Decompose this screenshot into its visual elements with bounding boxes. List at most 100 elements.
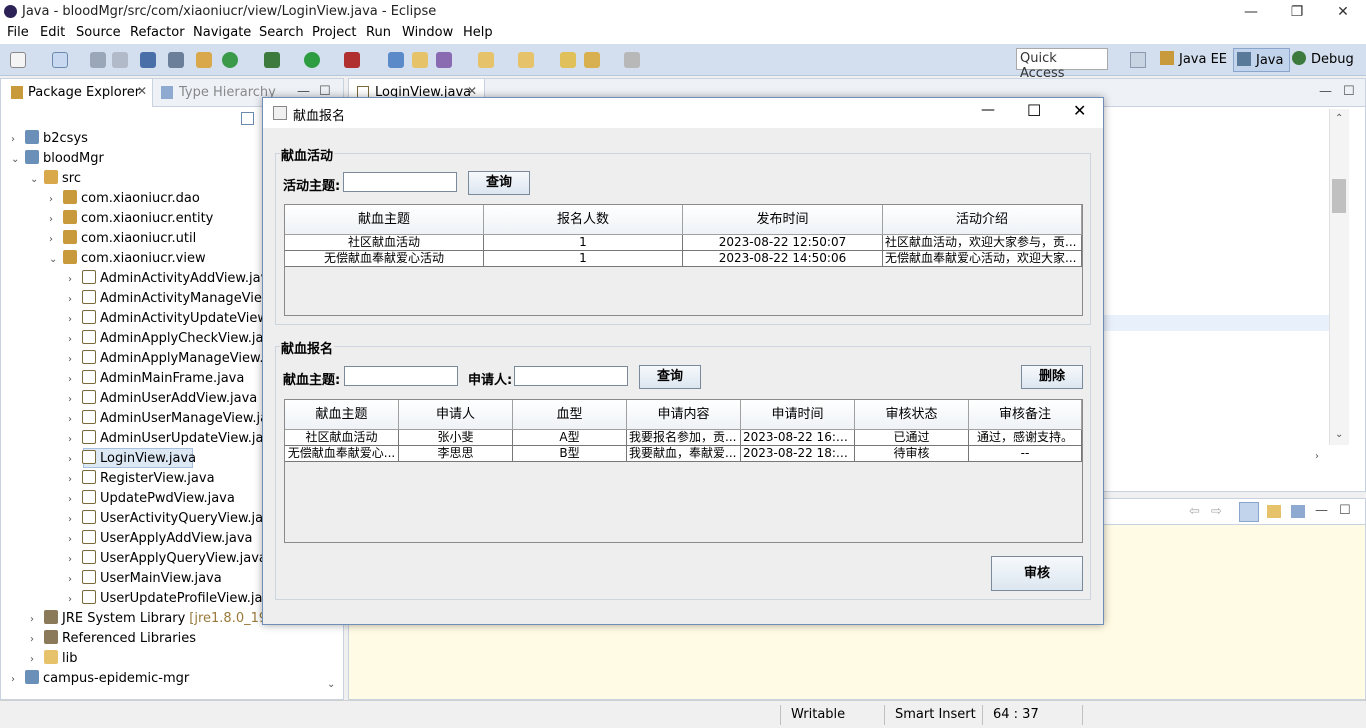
delete-button[interactable]: 删除 <box>1021 365 1083 389</box>
run-icon[interactable] <box>304 52 320 68</box>
minimize-console-icon[interactable]: — <box>1315 503 1328 518</box>
save-all-icon[interactable] <box>112 52 128 68</box>
perspective-java[interactable]: Java <box>1233 48 1291 72</box>
save-icon[interactable] <box>90 52 106 68</box>
column-header[interactable]: 血型 <box>513 400 627 430</box>
external-tools-icon[interactable] <box>344 52 360 68</box>
menu-file[interactable]: File <box>7 25 29 40</box>
menu-project[interactable]: Project <box>312 25 356 40</box>
column-header[interactable]: 发布时间 <box>683 205 883 235</box>
expand-arrow-icon[interactable]: › <box>68 450 80 470</box>
tree-item[interactable]: › UpdatePwdView.java <box>68 489 235 509</box>
new-icon[interactable] <box>10 52 26 68</box>
tree-item[interactable]: › com.xiaoniucr.dao <box>49 189 200 209</box>
close-tab-icon[interactable]: ✕ <box>467 84 477 98</box>
expand-arrow-icon[interactable]: › <box>30 630 42 650</box>
tree-item[interactable]: › campus-epidemic-mgr <box>11 669 189 689</box>
expand-arrow-icon[interactable]: › <box>30 610 42 630</box>
console-icon[interactable] <box>140 52 156 68</box>
column-header[interactable]: 报名人数 <box>484 205 683 235</box>
expand-arrow-icon[interactable]: › <box>49 230 61 250</box>
new-package-icon[interactable] <box>52 52 68 68</box>
tree-item[interactable]: › b2csys <box>11 129 88 149</box>
expand-arrow-icon[interactable]: › <box>68 530 80 550</box>
menu-source[interactable]: Source <box>76 25 121 40</box>
scroll-right-icon[interactable]: › <box>1315 451 1319 462</box>
expand-arrow-icon[interactable]: › <box>49 190 61 210</box>
quick-access-input[interactable]: Quick Access <box>1016 48 1108 81</box>
dialog-minimize-button[interactable]: — <box>981 102 995 118</box>
forward-icon[interactable] <box>624 52 640 68</box>
open-perspective-icon[interactable] <box>1130 52 1146 68</box>
tree-item[interactable]: › AdminApplyCheckView.java <box>68 329 279 349</box>
column-header[interactable]: 申请人 <box>399 400 513 430</box>
expand-arrow-icon[interactable]: › <box>68 590 80 610</box>
tree-item[interactable]: ⌄ bloodMgr <box>11 149 104 169</box>
expand-arrow-icon[interactable]: › <box>68 330 80 350</box>
table-row[interactable]: 无偿献血奉献爱心... 李思思 B型 我要献血，奉献爱... 2023-08-22 18… <box>285 446 1082 462</box>
activity-topic-input[interactable] <box>343 172 457 192</box>
minimize-editor-icon[interactable]: — <box>1319 84 1332 99</box>
collapse-arrow-icon[interactable]: ⌄ <box>49 250 61 270</box>
restore-button[interactable]: ❐ <box>1274 0 1320 24</box>
menu-run[interactable]: Run <box>366 25 391 40</box>
open-folder-icon[interactable] <box>412 52 428 68</box>
open-type-icon[interactable] <box>388 52 404 68</box>
link-with-editor-icon[interactable] <box>1239 502 1259 522</box>
tree-item[interactable]: › RegisterView.java <box>68 469 215 489</box>
expand-arrow-icon[interactable]: › <box>68 430 80 450</box>
last-edit-icon[interactable] <box>560 52 576 68</box>
close-button[interactable]: ✕ <box>1320 0 1366 24</box>
new-java-project-icon[interactable] <box>196 52 212 68</box>
apply-query-button[interactable]: 查询 <box>639 365 701 389</box>
tree-item[interactable]: › AdminApplyManageView.java <box>68 349 291 369</box>
expand-arrow-icon[interactable]: › <box>68 290 80 310</box>
back-nav-icon[interactable]: ⇦ <box>1189 504 1200 519</box>
perspective-java-ee[interactable]: Java EE <box>1160 51 1227 67</box>
view-menu-icon[interactable] <box>1291 505 1305 518</box>
perspective-debug[interactable]: Debug <box>1292 51 1354 67</box>
tab-package-explorer[interactable]: Package Explorer ✕ <box>1 79 153 107</box>
menu-navigate[interactable]: Navigate <box>193 25 251 40</box>
scrollbar-thumb[interactable] <box>1332 179 1346 213</box>
tree-item[interactable]: › AdminUserManageView.java <box>68 409 284 429</box>
collapse-arrow-icon[interactable]: ⌄ <box>11 150 23 170</box>
refresh-icon[interactable] <box>222 52 238 68</box>
tree-item[interactable]: › LoginView.java <box>68 449 196 469</box>
expand-arrow-icon[interactable]: › <box>68 490 80 510</box>
expand-arrow-icon[interactable]: › <box>68 410 80 430</box>
expand-arrow-icon[interactable]: › <box>68 570 80 590</box>
scroll-down-icon[interactable]: ⌄ <box>327 679 335 690</box>
menu-search[interactable]: Search <box>259 25 304 40</box>
column-header[interactable]: 献血主题 <box>285 205 484 235</box>
debug-icon[interactable] <box>264 52 280 68</box>
column-header[interactable]: 申请内容 <box>627 400 741 430</box>
collapse-all-icon[interactable] <box>241 112 254 125</box>
next-annotation-icon[interactable] <box>478 52 494 68</box>
scroll-down-icon[interactable]: ⌄ <box>1335 429 1343 440</box>
tree-item[interactable]: › AdminActivityAddView.java <box>68 269 276 289</box>
review-button[interactable]: 审核 <box>991 556 1083 591</box>
applicant-input[interactable] <box>514 366 628 386</box>
expand-arrow-icon[interactable]: › <box>68 550 80 570</box>
table-row[interactable]: 社区献血活动 张小斐 A型 我要报名参加，贡... 2023-08-22 16:40:.… <box>285 430 1082 446</box>
tree-item[interactable]: › lib <box>30 649 77 669</box>
dialog-maximize-button[interactable]: ☐ <box>1027 101 1041 120</box>
tree-item[interactable]: ⌄ src <box>30 169 81 189</box>
open-declaration-icon[interactable] <box>1267 505 1281 518</box>
column-header[interactable]: 审核备注 <box>969 400 1082 430</box>
tree-item[interactable]: › AdminUserAddView.java <box>68 389 257 409</box>
close-tab-icon[interactable]: ✕ <box>137 84 147 98</box>
menu-window[interactable]: Window <box>402 25 453 40</box>
column-header[interactable]: 申请时间 <box>741 400 855 430</box>
menu-help[interactable]: Help <box>463 25 493 40</box>
tree-item[interactable]: › UserUpdateProfileView.java <box>68 589 278 609</box>
expand-arrow-icon[interactable]: › <box>11 130 23 150</box>
collapse-arrow-icon[interactable]: ⌄ <box>30 170 42 190</box>
menu-refactor[interactable]: Refactor <box>130 25 185 40</box>
menu-edit[interactable]: Edit <box>40 25 65 40</box>
tree-item[interactable]: › UserApplyQueryView.java <box>68 549 267 569</box>
expand-arrow-icon[interactable]: › <box>68 370 80 390</box>
back-icon[interactable] <box>584 52 600 68</box>
minimize-button[interactable]: — <box>1228 0 1274 24</box>
